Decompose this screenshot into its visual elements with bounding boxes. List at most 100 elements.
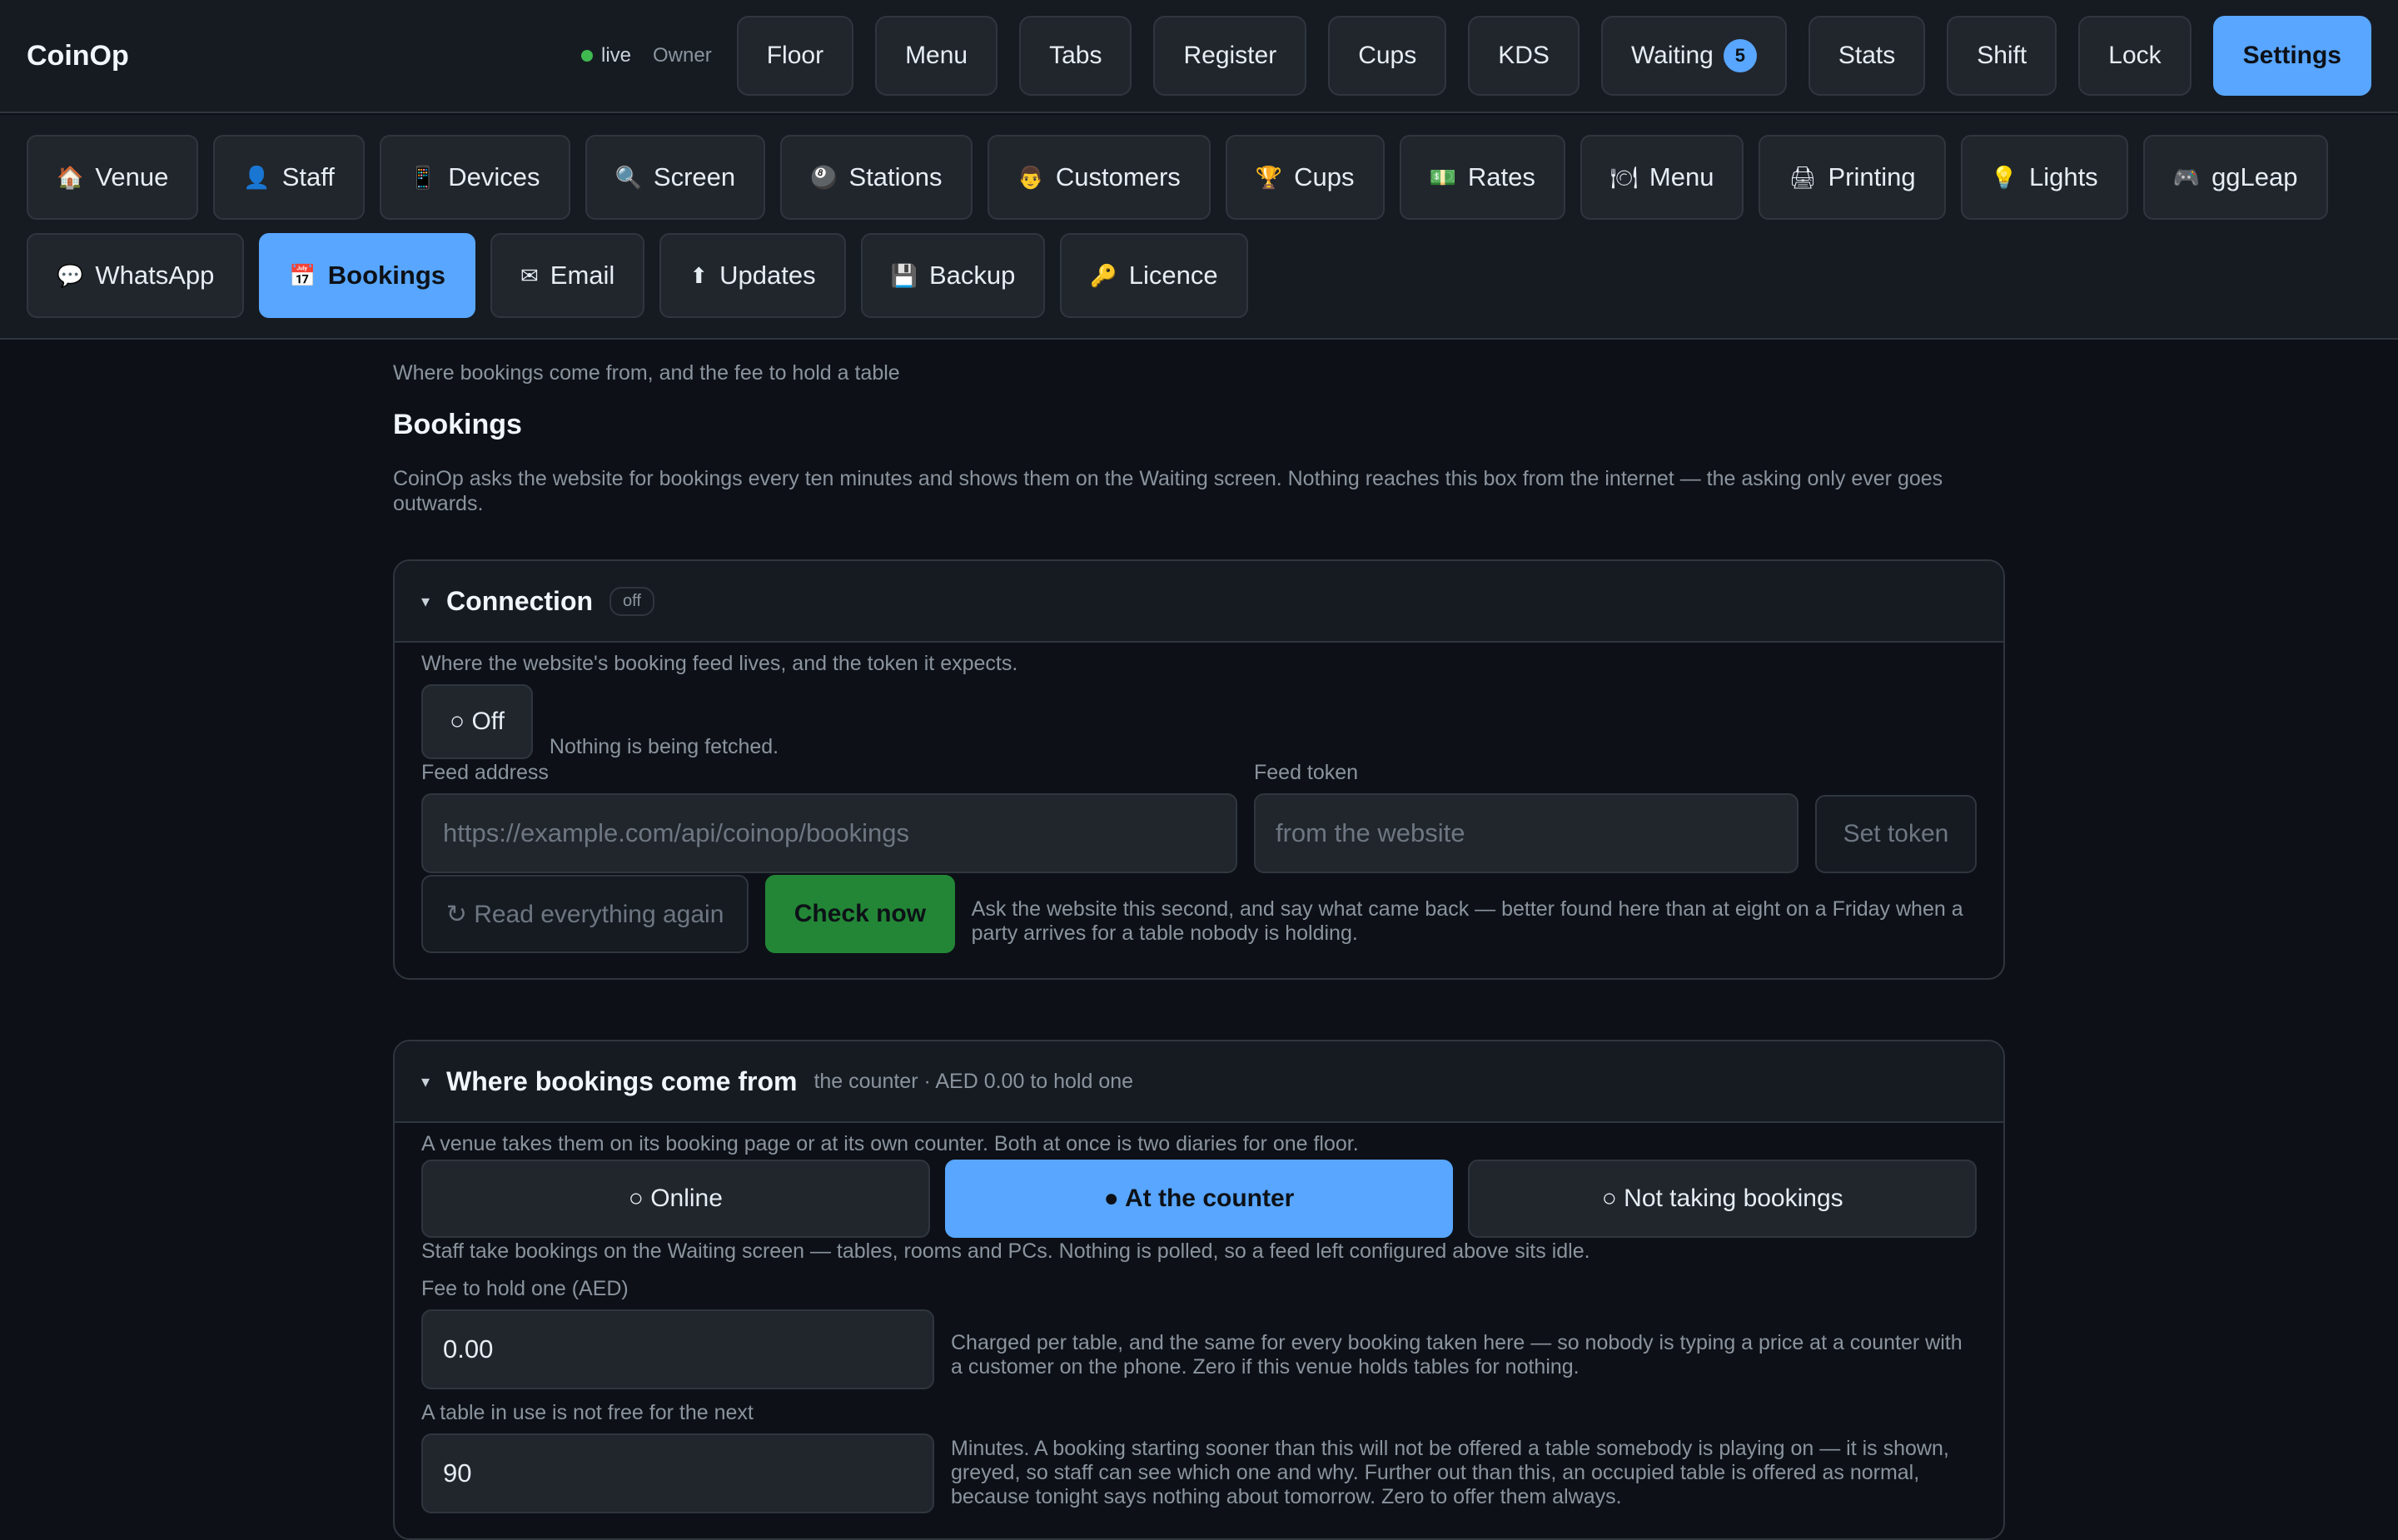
tab-backup[interactable]: 💾 Backup	[860, 233, 1046, 318]
booking-source-card: ▾ Where bookings come from the counter ·…	[393, 1040, 2005, 1540]
face-icon: 👨	[1017, 164, 1044, 190]
page-title: Bookings	[393, 409, 522, 440]
nav-waiting-button[interactable]: Waiting 5	[1600, 16, 1787, 96]
chevron-down-icon[interactable]: ▾	[421, 591, 430, 612]
page-intro: CoinOp asks the website for bookings eve…	[393, 467, 1943, 515]
tab-row-1: 🏠 Venue 👤 Staff 📱 Devices 🔍 Screen 🎱 Stations…	[27, 135, 2371, 220]
tab-menu[interactable]: 🍽 Menu	[1580, 135, 1744, 220]
tab-label: Stations	[848, 162, 943, 191]
tab-label: WhatsApp	[95, 261, 215, 290]
tab-venue[interactable]: 🏠 Venue	[27, 135, 199, 220]
tab-label: Backup	[928, 261, 1016, 290]
hold-fee-row: Charged per table, and the same for ever…	[421, 1309, 1977, 1389]
tab-label: Lights	[2028, 162, 2098, 191]
tab-email[interactable]: ✉ Email	[490, 233, 645, 318]
live-status-label: live	[601, 44, 632, 67]
nav-label: Cups	[1358, 42, 1417, 69]
speech-bubble-icon: 💬	[57, 262, 84, 288]
set-token-button[interactable]: Set token	[1815, 795, 1977, 873]
nav-cups-button[interactable]: Cups	[1328, 16, 1447, 96]
connection-card-header[interactable]: ▾ Connection off	[395, 561, 2003, 643]
banknote-icon: 💵	[1429, 164, 1456, 190]
tab-label: Bookings	[327, 261, 445, 290]
nav-tabs-button[interactable]: Tabs	[1019, 16, 1132, 96]
booking-source-options: ○ Online ● At the counter ○ Not taking b…	[421, 1160, 1978, 1238]
calendar-icon: 📅	[289, 262, 316, 288]
page-subtitle: Where bookings come from, and the fee to…	[393, 361, 900, 385]
nav-label: Shift	[1977, 42, 2027, 69]
tab-ggleap[interactable]: 🎮 ggLeap	[2142, 135, 2328, 220]
booking-source-title: Where bookings come from	[446, 1066, 798, 1096]
lightbulb-icon: 💡	[1990, 164, 2017, 190]
phone-icon: 📱	[409, 164, 437, 190]
chevron-down-icon[interactable]: ▾	[421, 1071, 430, 1092]
tab-label: Devices	[448, 162, 540, 191]
tab-staff[interactable]: 👤 Staff	[213, 135, 365, 220]
nav-label: KDS	[1498, 42, 1550, 69]
nav-lock-button[interactable]: Lock	[2078, 16, 2192, 96]
booking-source-card-body: A venue takes them on its booking page o…	[395, 1123, 2003, 1538]
tab-cups[interactable]: 🏆 Cups	[1225, 135, 1385, 220]
booking-source-card-header[interactable]: ▾ Where bookings come from the counter ·…	[395, 1041, 2003, 1123]
nav-kds-button[interactable]: KDS	[1468, 16, 1580, 96]
connection-title: Connection	[446, 585, 594, 616]
tab-customers[interactable]: 👨 Customers	[987, 135, 1211, 220]
nav-shift-button[interactable]: Shift	[1947, 16, 2057, 96]
feed-address-input[interactable]	[421, 793, 1237, 873]
tab-whatsapp[interactable]: 💬 WhatsApp	[27, 233, 245, 318]
nav-label: Tabs	[1049, 42, 1102, 69]
tab-label: Printing	[1828, 162, 1916, 191]
tab-label: Licence	[1128, 261, 1218, 290]
source-counter-option[interactable]: ● At the counter	[944, 1160, 1454, 1238]
tab-label: Updates	[719, 261, 816, 290]
tab-devices[interactable]: 📱 Devices	[379, 135, 570, 220]
plate-icon: 🍽	[1609, 164, 1638, 190]
nav-floor-button[interactable]: Floor	[736, 16, 854, 96]
nav-register-button[interactable]: Register	[1153, 16, 1307, 96]
nav-stats-button[interactable]: Stats	[1808, 16, 1926, 96]
envelope-icon: ✉	[520, 262, 539, 288]
nav-menu-button[interactable]: Menu	[875, 16, 998, 96]
live-dot-icon	[581, 50, 593, 62]
gamepad-icon: 🎮	[2172, 164, 2201, 190]
nav-label: Register	[1183, 42, 1277, 69]
hold-fee-input[interactable]	[421, 1309, 934, 1389]
read-everything-again-button[interactable]: ↻ Read everything again	[421, 875, 749, 953]
check-now-button[interactable]: Check now	[765, 875, 955, 953]
source-online-option[interactable]: ○ Online	[421, 1160, 930, 1238]
tab-stations[interactable]: 🎱 Stations	[780, 135, 973, 220]
magnifier-icon: 🔍	[614, 164, 642, 190]
nav-label: Lock	[2108, 42, 2162, 69]
tab-label: Venue	[95, 162, 169, 191]
tab-printing[interactable]: 🖨 Printing	[1759, 135, 1946, 220]
feed-address-label: Feed address	[421, 761, 549, 784]
nav-label: Menu	[905, 42, 968, 69]
tab-label: Screen	[653, 162, 736, 191]
settings-tabs: 🏠 Venue 👤 Staff 📱 Devices 🔍 Screen 🎱 Stations…	[0, 115, 2398, 340]
top-nav: live Owner Floor Menu Tabs Register Cups…	[581, 16, 2371, 96]
person-icon: 👤	[243, 164, 271, 190]
nav-label: Settings	[2242, 42, 2341, 69]
feed-address-group: Feed address	[421, 761, 1237, 873]
app-title: CoinOp	[27, 39, 129, 72]
feed-token-input[interactable]	[1254, 793, 1798, 873]
busy-window-input[interactable]	[421, 1433, 934, 1513]
nav-settings-button[interactable]: Settings	[2212, 16, 2371, 96]
tab-licence[interactable]: 🔑 Licence	[1060, 233, 1248, 318]
arrow-up-icon: ⬆	[689, 262, 709, 288]
tab-row-2: 💬 WhatsApp 📅 Bookings ✉ Email ⬆ Updates 💾 Bac…	[27, 233, 2371, 318]
booking-source-help: Staff take bookings on the Waiting scree…	[421, 1239, 1590, 1263]
eight-ball-icon: 🎱	[810, 164, 838, 190]
connection-toggle-status: Nothing is being fetched.	[549, 735, 779, 758]
tab-rates[interactable]: 💵 Rates	[1399, 135, 1565, 220]
tab-updates[interactable]: ⬆ Updates	[659, 233, 846, 318]
source-none-option[interactable]: ○ Not taking bookings	[1468, 1160, 1978, 1238]
tab-bookings[interactable]: 📅 Bookings	[259, 233, 475, 318]
connection-toggle-button[interactable]: ○ Off	[421, 684, 533, 759]
tab-label: ggLeap	[2211, 162, 2298, 191]
tab-lights[interactable]: 💡 Lights	[1960, 135, 2128, 220]
tab-screen[interactable]: 🔍 Screen	[585, 135, 766, 220]
tab-label: Menu	[1649, 162, 1714, 191]
nav-label: Waiting	[1630, 42, 1714, 69]
feed-token-group: Feed token	[1254, 761, 1798, 873]
